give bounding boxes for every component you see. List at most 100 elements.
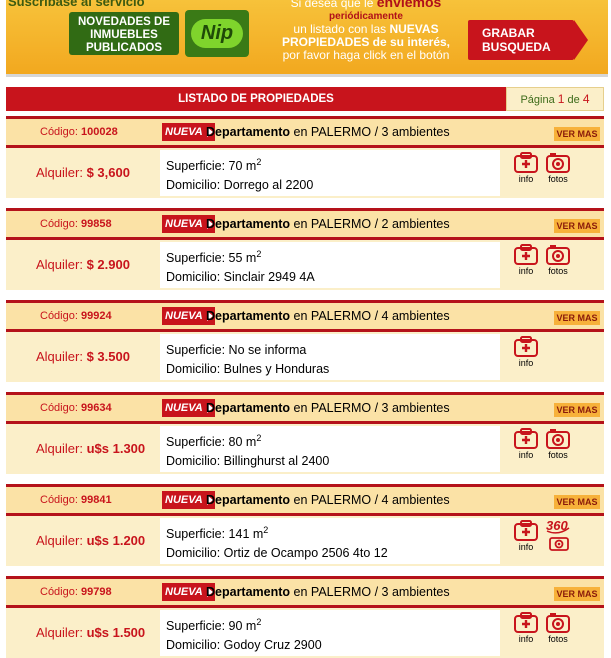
superficie-value: 70 m [228, 159, 257, 174]
banner-message: Si desea que le enviemos periódicamente … [268, 0, 464, 62]
info-icon[interactable]: info [512, 520, 540, 556]
superficie-line: Superficie: 141 m2 [166, 521, 500, 544]
price-label: Alquiler: [36, 165, 83, 180]
nip-logo: Nip [185, 10, 249, 57]
fotos-label: fotos [548, 634, 568, 644]
superficie-line: Superficie: 90 m2 [166, 613, 500, 636]
domicilio-line: Domicilio: Billinghurst al 2400 [166, 452, 500, 471]
listing-details: Superficie: 70 m2 Domicilio: Dorrego al 2… [160, 150, 500, 196]
novedades-badge: NOVEDADES DE INMUEBLES PUBLICADOS [69, 12, 179, 55]
en-label: en [293, 217, 308, 231]
price-value: u$s 1.200 [86, 533, 146, 548]
listing-details: Superficie: 90 m2 Domicilio: Godoy Cruz 2… [160, 610, 500, 656]
price-label: Alquiler: [36, 533, 83, 548]
codigo-value: 99634 [80, 402, 112, 414]
superficie-label: Superficie: [166, 527, 226, 542]
superficie-line: Superficie: 80 m2 [166, 429, 500, 452]
domicilio-line: Domicilio: Bulnes y Honduras [166, 360, 500, 379]
listing-icons: info fotos [506, 244, 576, 288]
listing-icons: info fotos [506, 612, 576, 656]
property-type: Departamento [206, 585, 291, 599]
codigo: Código: 99798 [40, 579, 112, 605]
domicilio-line: Domicilio: Sinclair 2949 4A [166, 268, 500, 287]
domicilio-line: Domicilio: Dorrego al 2200 [166, 176, 500, 195]
360-tour-icon[interactable]: 360 [544, 516, 572, 534]
camera-icon[interactable]: fotos [544, 244, 572, 280]
listing-title-band: Código: 99924 NUEVA Departamento en PALERM… [6, 303, 604, 329]
superficie-value: 141 m [228, 527, 264, 542]
info-icon[interactable]: info [512, 152, 540, 188]
price-value: $ 2.900 [86, 257, 130, 272]
camera-icon[interactable]: fotos [544, 152, 572, 188]
grabar-arrow-icon [574, 20, 588, 60]
info-icon[interactable]: info [512, 336, 540, 372]
en-label: en [293, 493, 308, 507]
total-pages-link[interactable]: 4 [583, 92, 590, 106]
listing-title-text[interactable]: Departamento en PALERMO / 4 ambientes [206, 487, 450, 513]
listing-icons: info fotos [506, 152, 576, 196]
ver-mas-button[interactable]: VER MAS [554, 219, 600, 233]
price-label: Alquiler: [36, 625, 83, 640]
current-page-link[interactable]: 1 [558, 92, 565, 106]
property-type: Departamento [206, 125, 291, 139]
superficie-unit: 2 [256, 249, 262, 259]
ver-mas-button[interactable]: VER MAS [554, 495, 600, 509]
listing-row: Código: 100028 NUEVA Departamento en PALER… [6, 116, 604, 198]
superficie-unit: 2 [256, 157, 262, 167]
ver-mas-button[interactable]: VER MAS [554, 403, 600, 417]
codigo-value: 99858 [80, 218, 112, 230]
listing-title-text[interactable]: Departamento en PALERMO / 3 ambientes [206, 119, 450, 145]
grabar-busqueda-button[interactable]: GRABAR BUSQUEDA [468, 20, 574, 60]
listing-details: Superficie: 80 m2 Domicilio: Billinghurst… [160, 426, 500, 472]
codigo-label: Código: [40, 586, 78, 598]
superficie-value: No se informa [228, 343, 307, 358]
codigo-label: Código: [40, 126, 78, 138]
ver-mas-button[interactable]: VER MAS [554, 587, 600, 601]
listing-row: Código: 99841 NUEVA Departamento en PALERM… [6, 484, 604, 566]
listing-detail-band: Alquiler: u$s 1.200 Superficie: 141 m2 Dom… [6, 516, 604, 566]
camera-icon[interactable]: fotos [544, 612, 572, 648]
listing-title-band: Código: 99858 NUEVA Departamento en PALERM… [6, 211, 604, 237]
listing-details: Superficie: 55 m2 Domicilio: Sinclair 294… [160, 242, 500, 288]
listing-header: LISTADO DE PROPIEDADES Página 1 de 4 [6, 87, 604, 111]
subscribe-text: Suscribase al servicio [8, 0, 145, 9]
listing-icons: info fotos [506, 428, 576, 472]
superficie-unit: 2 [256, 617, 262, 627]
domicilio-value: Godoy Cruz 2900 [223, 638, 322, 653]
camera-icon[interactable]: fotos [544, 428, 572, 464]
ver-mas-button[interactable]: VER MAS [554, 311, 600, 325]
property-zone: PALERMO / 3 ambientes [310, 401, 450, 415]
info-label: info [518, 266, 534, 276]
codigo: Código: 100028 [40, 119, 118, 145]
listing-title-text[interactable]: Departamento en PALERMO / 3 ambientes [206, 579, 450, 605]
listing-title-band: Código: 99634 NUEVA Departamento en PALERM… [6, 395, 604, 421]
banner-line3-bold: NUEVAS [389, 22, 439, 36]
info-icon[interactable]: info [512, 244, 540, 280]
info-icon[interactable]: info [512, 612, 540, 648]
domicilio-label: Domicilio: [166, 454, 221, 469]
listing-row: Código: 99858 NUEVA Departamento en PALERM… [6, 208, 604, 290]
listing-title-text[interactable]: Departamento en PALERMO / 4 ambientes [206, 303, 450, 329]
listing-title-text[interactable]: Departamento en PALERMO / 2 ambientes [206, 211, 450, 237]
price-label: Alquiler: [36, 441, 83, 456]
domicilio-label: Domicilio: [166, 638, 221, 653]
info-icon[interactable]: info [512, 428, 540, 464]
info-label: info [518, 358, 534, 368]
listing-title-text[interactable]: Departamento en PALERMO / 3 ambientes [206, 395, 450, 421]
codigo: Código: 99858 [40, 211, 112, 237]
en-label: en [293, 585, 308, 599]
superficie-line: Superficie: No se informa [166, 337, 500, 360]
price: Alquiler: u$s 1.200 [36, 516, 145, 566]
info-label: info [518, 634, 534, 644]
ver-mas-button[interactable]: VER MAS [554, 127, 600, 141]
fotos-label: fotos [548, 450, 568, 460]
info-label: info [518, 174, 534, 184]
superficie-label: Superficie: [166, 435, 226, 450]
listing-row: Código: 99798 NUEVA Departamento en PALERM… [6, 576, 604, 658]
domicilio-value: Billinghurst al 2400 [223, 454, 330, 469]
codigo-value: 99841 [80, 494, 112, 506]
camera-icon[interactable] [548, 536, 570, 552]
banner-line3: un listado con las [293, 22, 387, 36]
domicilio-label: Domicilio: [166, 362, 221, 377]
codigo-value: 99924 [80, 310, 112, 322]
